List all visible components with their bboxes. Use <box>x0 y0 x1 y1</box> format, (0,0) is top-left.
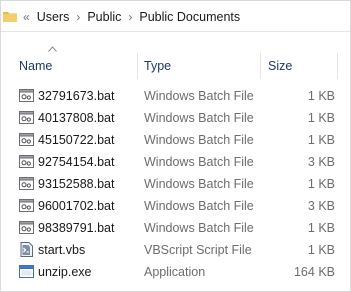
batch-file-icon <box>19 199 34 212</box>
file-size: 164 KB <box>293 265 335 279</box>
file-row[interactable]: start.vbs VBScript Script File 1 KB <box>1 239 350 261</box>
file-row[interactable]: 40137808.bat Windows Batch File 1 KB <box>1 107 350 129</box>
file-row[interactable]: unzip.exe Application 164 KB <box>1 261 350 283</box>
file-row[interactable]: 96001702.bat Windows Batch File 3 KB <box>1 195 350 217</box>
file-row[interactable]: 98389791.bat Windows Batch File 1 KB <box>1 217 350 239</box>
file-name: 98389791.bat <box>38 221 115 235</box>
file-size: 1 KB <box>307 221 335 235</box>
application-icon <box>19 265 34 278</box>
file-name: start.vbs <box>38 243 86 257</box>
breadcrumb-item-users[interactable]: Users <box>37 10 70 24</box>
breadcrumb-item-public-documents[interactable]: Public Documents <box>139 10 240 24</box>
batch-file-icon <box>19 133 34 146</box>
file-size: 3 KB <box>307 155 335 169</box>
file-name: 92754154.bat <box>38 155 115 169</box>
batch-file-icon <box>19 177 34 190</box>
batch-file-icon <box>19 221 34 234</box>
file-name: 32791673.bat <box>38 89 115 103</box>
breadcrumb-separator-icon[interactable]: › <box>128 10 132 24</box>
column-divider[interactable] <box>260 53 261 79</box>
column-divider[interactable] <box>337 53 338 79</box>
column-divider[interactable] <box>137 53 138 79</box>
file-row[interactable]: 93152588.bat Windows Batch File 1 KB <box>1 173 350 195</box>
file-type: Windows Batch File <box>144 199 254 213</box>
batch-file-icon <box>19 89 34 102</box>
file-size: 1 KB <box>307 177 335 191</box>
file-size: 1 KB <box>307 133 335 147</box>
file-type: VBScript Script File <box>144 243 252 257</box>
breadcrumb-overflow-chevron[interactable]: « <box>23 10 30 24</box>
sort-ascending-icon <box>48 46 57 52</box>
batch-file-icon <box>19 155 34 168</box>
file-row[interactable]: 32791673.bat Windows Batch File 1 KB <box>1 85 350 107</box>
file-list: 32791673.bat Windows Batch File 1 KB 401… <box>1 85 350 283</box>
file-name: 96001702.bat <box>38 199 115 213</box>
file-type: Windows Batch File <box>144 221 254 235</box>
file-name: unzip.exe <box>38 265 92 279</box>
batch-file-icon <box>19 111 34 124</box>
vbscript-file-icon <box>20 242 33 257</box>
file-size: 1 KB <box>307 89 335 103</box>
file-name: 93152588.bat <box>38 177 115 191</box>
column-header-row: Name Type Size <box>1 45 350 81</box>
file-type: Windows Batch File <box>144 89 254 103</box>
column-header-type[interactable]: Type <box>144 59 171 73</box>
file-name: 45150722.bat <box>38 133 115 147</box>
file-size: 1 KB <box>307 111 335 125</box>
file-size: 1 KB <box>307 243 335 257</box>
file-size: 3 KB <box>307 199 335 213</box>
folder-icon <box>3 12 17 22</box>
file-explorer-window: « Users › Public › Public Documents Name… <box>0 0 351 292</box>
file-type: Windows Batch File <box>144 155 254 169</box>
breadcrumb-item-public[interactable]: Public <box>87 10 121 24</box>
file-name: 40137808.bat <box>38 111 115 125</box>
address-bar[interactable]: « Users › Public › Public Documents <box>1 1 350 32</box>
file-type: Windows Batch File <box>144 133 254 147</box>
breadcrumb: « Users › Public › Public Documents <box>23 9 240 25</box>
file-row[interactable]: 92754154.bat Windows Batch File 3 KB <box>1 151 350 173</box>
column-header-size[interactable]: Size <box>268 59 292 73</box>
file-type: Application <box>144 265 206 279</box>
breadcrumb-separator-icon[interactable]: › <box>76 10 80 24</box>
file-row[interactable]: 45150722.bat Windows Batch File 1 KB <box>1 129 350 151</box>
file-type: Windows Batch File <box>144 111 254 125</box>
column-header-name[interactable]: Name <box>19 59 52 73</box>
file-type: Windows Batch File <box>144 177 254 191</box>
